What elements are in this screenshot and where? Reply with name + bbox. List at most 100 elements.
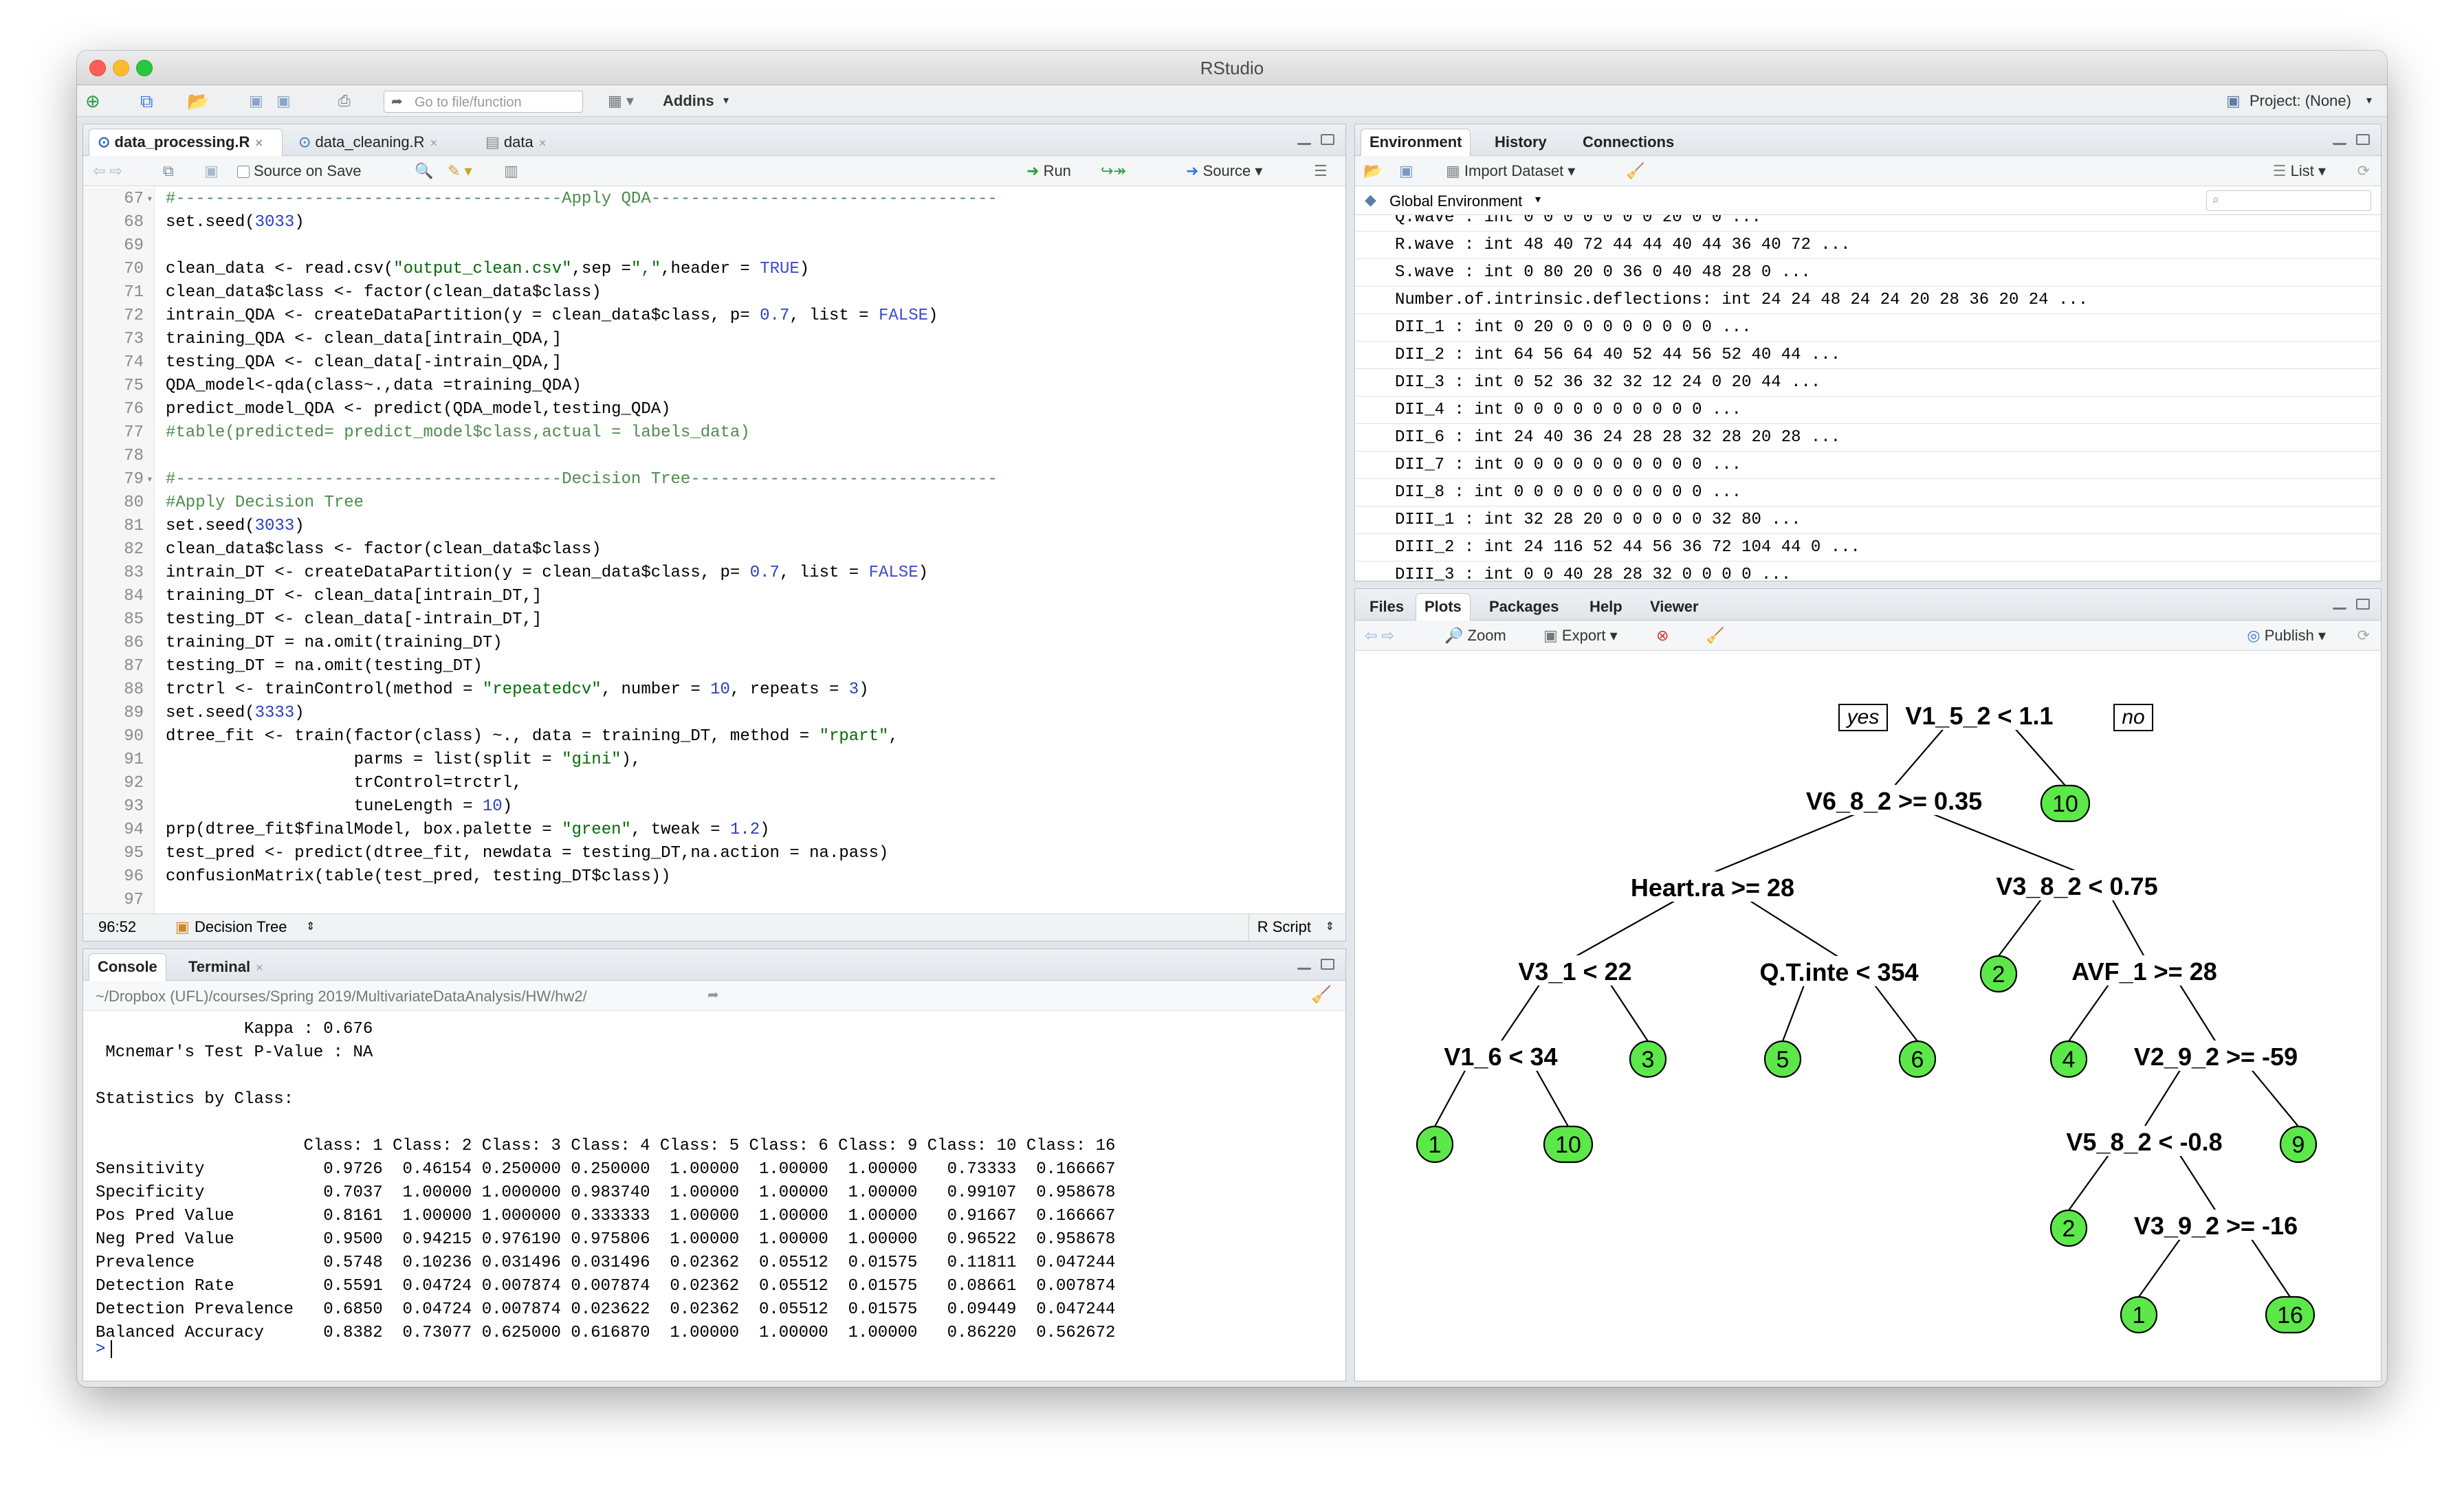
code-line[interactable]: 76 predict_model_QDA <- predict(QDA_model… [83,398,1345,421]
env-variable-row[interactable]: DIII_2 : int 24 116 52 44 56 36 72 104 4… [1355,534,2381,561]
save-all-icon[interactable]: ▣ [276,85,291,117]
code-line[interactable]: 79 #-------------------------------------… [83,468,1345,491]
env-search-input[interactable]: ⌕ [2206,190,2371,211]
code-line[interactable]: 85 testing_DT <- clean_data[-intrain_DT,] [83,608,1345,632]
back-arrow-icon[interactable]: ⇦ ⇨ [93,156,122,186]
minimize-pane-icon[interactable] [2333,140,2346,145]
code-line[interactable]: 94 prp(dtree_fit$finalModel, box.palette … [83,819,1345,842]
env-variable-row[interactable]: R.wave : int 48 40 72 44 44 40 44 36 40 … [1355,232,2381,259]
code-editor[interactable]: 67 #-------------------------------------… [83,188,1345,913]
export-button[interactable]: ▣ Export ▾ [1543,621,1618,651]
code-line[interactable]: 93 tuneLength = 10) [83,795,1345,819]
previous-plot-icon[interactable]: ⇦ ⇨ [1365,621,1394,651]
save-file-icon[interactable]: ▣ [204,156,219,186]
code-line[interactable]: 89 set.seed(3333) [83,702,1345,725]
global-environment-selector[interactable]: Global Environment [1389,192,1522,210]
tab-terminal[interactable]: Terminal × [179,953,272,981]
code-line[interactable]: 77 #table(predicted= predict_model$class,… [83,421,1345,445]
env-variable-row[interactable]: DIII_1 : int 32 28 20 0 0 0 0 0 32 80 ..… [1355,507,2381,534]
env-variable-row[interactable]: DII_3 : int 0 52 36 32 32 12 24 0 20 44 … [1355,369,2381,397]
code-line[interactable]: 72 intrain_QDA <- createDataPartition(y =… [83,304,1345,328]
run-button[interactable]: ➜ Run [1026,156,1071,186]
grid-layout-icon[interactable]: ▦ ▾ [608,85,634,117]
print-icon[interactable]: ⎙ [338,85,351,117]
rerun-icon[interactable]: ↪↠ [1101,156,1126,186]
publish-button[interactable]: ◎ Publish ▾ [2247,621,2326,651]
code-line[interactable]: 80 #Apply Decision Tree [83,491,1345,515]
code-line[interactable]: 97 [83,889,1345,912]
close-tab-icon[interactable]: × [430,136,438,150]
console-output[interactable]: Kappa : 0.676 Mcnemar's Test P-Value : N… [83,1012,1345,1381]
tab-files[interactable]: Files [1361,593,1413,621]
env-variable-row[interactable]: DII_8 : int 0 0 0 0 0 0 0 0 0 0 ... [1355,479,2381,507]
goto-file-input[interactable]: ➦ Go to file/function [384,91,583,113]
save-icon[interactable]: ▣ [249,85,263,117]
code-line[interactable]: 82 clean_data$class <- factor(clean_data$… [83,538,1345,561]
remove-plot-icon[interactable]: ⊗ [1656,621,1669,651]
maximize-pane-icon[interactable] [2356,134,2370,145]
addins-menu[interactable]: Addins [663,85,714,117]
compile-report-icon[interactable]: ▥ [504,156,518,186]
refresh-icon[interactable]: ⟳ [2357,621,2370,651]
code-line[interactable]: 69 [83,234,1345,258]
maximize-pane-icon[interactable] [1321,959,1334,970]
env-variable-row[interactable]: Number.of.intrinsic.deflections: int 24 … [1355,287,2381,314]
tab-history[interactable]: History [1486,129,1556,156]
code-line[interactable]: 81 set.seed(3033) [83,515,1345,538]
env-variable-row[interactable]: DII_6 : int 24 40 36 24 28 28 32 28 20 2… [1355,424,2381,452]
clear-console-icon[interactable]: 🧹 [1311,985,1332,1005]
tab-data[interactable]: ▤ data × [476,129,573,156]
file-type-chevron-icon[interactable]: ⇕ [1326,914,1334,940]
console-prompt[interactable]: > [96,1338,113,1361]
source-button[interactable]: ➜ Source ▾ [1186,156,1262,186]
code-line[interactable]: 91 parms = list(split = "gini"), [83,748,1345,772]
new-project-icon[interactable]: ⧉ [140,85,153,117]
code-line[interactable]: 70 clean_data <- read.csv("output_clean.c… [83,258,1345,281]
tab-connections[interactable]: Connections [1574,129,1683,156]
zoom-button[interactable]: 🔎 Zoom [1444,621,1506,651]
tab-data-processing[interactable]: ⊙ data_processing.R × [89,129,283,156]
project-menu[interactable]: Project: (None) [2250,85,2351,117]
magic-wand-icon[interactable]: ✎ ▾ [448,156,472,186]
code-line[interactable]: 87 testing_DT = na.omit(testing_DT) [83,655,1345,678]
tab-packages[interactable]: Packages [1480,593,1568,621]
env-variable-row[interactable]: DII_2 : int 64 56 64 40 52 44 56 52 40 4… [1355,342,2381,369]
fold-chevron-icon[interactable]: ▾ [146,468,153,491]
addins-chevron-icon[interactable]: ▾ [723,85,729,117]
tab-help[interactable]: Help [1581,593,1631,621]
section-selector[interactable]: Decision Tree [195,914,287,940]
clear-broom-icon[interactable]: 🧹 [1626,156,1644,186]
maximize-pane-icon[interactable] [2356,599,2370,610]
code-line[interactable]: 71 clean_data$class <- factor(clean_data$… [83,281,1345,304]
code-line[interactable]: 68 set.seed(3033) [83,211,1345,234]
import-dataset-button[interactable]: ▦ Import Dataset ▾ [1446,156,1575,186]
fold-chevron-icon[interactable]: ▾ [146,188,153,211]
env-variable-row[interactable]: DII_1 : int 0 20 0 0 0 0 0 0 0 0 ... [1355,314,2381,342]
view-list-button[interactable]: ☰ List ▾ [2273,156,2326,186]
clear-plots-icon[interactable]: 🧹 [1706,621,1724,651]
tab-console[interactable]: Console [89,953,166,981]
close-tab-icon[interactable]: × [256,961,263,975]
env-variable-row[interactable]: Q.wave : int 0 0 0 0 0 0 0 20 0 0 ... [1355,215,2381,232]
code-line[interactable]: 84 training_DT <- clean_data[intrain_DT,] [83,585,1345,608]
minimize-pane-icon[interactable] [1297,140,1311,145]
minimize-pane-icon[interactable] [1297,964,1311,970]
code-line[interactable]: 67 #-------------------------------------… [83,188,1345,211]
code-line[interactable]: 74 testing_QDA <- clean_data[-intrain_QDA… [83,351,1345,375]
code-line[interactable]: 86 training_DT = na.omit(training_DT) [83,632,1345,655]
goto-directory-icon[interactable]: ➦ [707,986,719,1003]
file-type-selector[interactable]: R Script [1248,914,1311,940]
minimize-pane-icon[interactable] [2333,604,2346,610]
source-on-save-checkbox[interactable]: Source on Save [237,156,362,186]
close-tab-icon[interactable]: × [539,136,547,150]
env-variable-row[interactable]: DIII_3 : int 0 0 40 28 28 32 0 0 0 0 ... [1355,561,2381,581]
code-line[interactable]: 83 intrain_DT <- createDataPartition(y = … [83,561,1345,585]
close-tab-icon[interactable]: × [255,136,263,150]
tab-viewer[interactable]: Viewer [1641,593,1708,621]
search-icon[interactable]: 🔍 [415,156,433,186]
code-line[interactable]: 96 confusionMatrix(table(test_pred, testi… [83,865,1345,889]
code-line[interactable]: 73 training_QDA <- clean_data[intrain_QDA… [83,328,1345,351]
show-in-window-icon[interactable]: ⧉ [163,156,174,186]
load-workspace-icon[interactable]: 📂 [1363,156,1382,186]
open-file-icon[interactable]: 📂 [187,85,209,117]
